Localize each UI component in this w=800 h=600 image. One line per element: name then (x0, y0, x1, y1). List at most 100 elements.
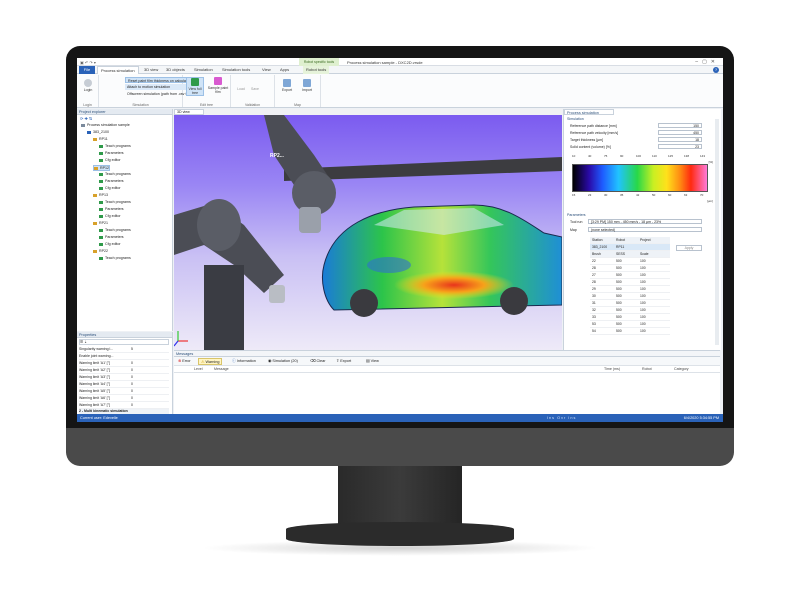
export-button[interactable]: Export (279, 79, 295, 92)
3d-scene[interactable]: RP2... (173, 115, 563, 350)
warning-filter-button[interactable]: ⚠ Warning (198, 358, 223, 365)
sim-field-input[interactable]: 150 (658, 123, 702, 128)
grid-row[interactable]: 30 500 100 (590, 293, 670, 300)
load-button[interactable]: Load (235, 87, 247, 91)
apply-button[interactable]: Apply (676, 245, 702, 251)
grid-row[interactable]: 29 500 100 (590, 286, 670, 293)
property-row[interactable]: Warning limit 'A2' [°] 0 (79, 367, 169, 374)
tree-item[interactable]: Teach programs (99, 144, 131, 148)
login-button[interactable]: Login (80, 79, 96, 92)
tab-3d-view[interactable]: 3D view (141, 66, 161, 74)
property-value[interactable]: 0 (131, 388, 133, 395)
grid-cell: 54 (592, 329, 596, 333)
user-icon (84, 79, 92, 87)
property-value[interactable]: 5 (131, 346, 133, 353)
tree-item[interactable]: RP21 (93, 221, 108, 225)
properties-toolbar[interactable]: ☰ ⇣ (79, 339, 169, 345)
tree-item[interactable]: Cfg editor (99, 186, 121, 190)
import-button[interactable]: Import (299, 79, 315, 92)
property-row[interactable]: Enable joint warning... (79, 353, 169, 360)
hotspot (394, 271, 514, 299)
tab-view[interactable]: View (259, 66, 274, 74)
property-value[interactable]: 0 (131, 367, 133, 374)
tab-3d-objects[interactable]: 3D objects (163, 66, 188, 74)
tree-item[interactable]: RP12 (93, 165, 110, 171)
tree-item[interactable]: Process simulation sample (81, 123, 130, 127)
help-icon[interactable]: ? (713, 67, 719, 73)
export-messages-button[interactable]: ⇪ Export (334, 358, 353, 365)
window-controls[interactable]: –▢✕ (695, 59, 719, 65)
property-row[interactable]: Warning limit 'A3' [°] 0 (79, 374, 169, 381)
col-robot[interactable]: Robot (642, 366, 652, 373)
sim-field-input[interactable]: 23 (658, 144, 702, 149)
tree-item[interactable]: 383_2100 (87, 130, 109, 134)
tree-item[interactable]: RP13 (93, 193, 108, 197)
clear-button[interactable]: ⌫ Clear (308, 358, 328, 365)
tree-item[interactable]: Cfg editor (99, 158, 121, 162)
property-value[interactable]: 0 (131, 402, 133, 409)
scene-drawing (173, 115, 563, 350)
property-row[interactable]: Warning limit 'A7' [°] 0 (79, 402, 169, 409)
col-message[interactable]: Message (214, 366, 229, 373)
col-category[interactable]: Category (674, 366, 689, 373)
error-filter-button[interactable]: ⊗ Error (176, 358, 193, 365)
grid-row[interactable]: 28 500 100 (590, 279, 670, 286)
tab-process-simulation[interactable]: Process simulation (97, 66, 139, 74)
grid-row[interactable]: 33 500 100 (590, 314, 670, 321)
grid-selected-row[interactable]: 383_2100 RP11 (590, 244, 670, 251)
map-select[interactable]: (none selected) (588, 227, 702, 232)
sample-paint-film-button[interactable]: Sample paint film (207, 77, 229, 94)
grid-row[interactable]: 28 500 100 (590, 265, 670, 272)
property-row[interactable]: Warning limit 'A1' [°] 0 (79, 360, 169, 367)
tab-robot-tools[interactable]: Robot tools (303, 66, 330, 74)
simulation-filter-button[interactable]: ◉ Simulation (20) (266, 358, 300, 365)
tree-item[interactable]: Teach programs (99, 256, 131, 260)
view-button[interactable]: ▤ View (364, 358, 381, 365)
property-row[interactable]: Warning limit 'A5' [°] 0 (79, 388, 169, 395)
view-full-tree-button[interactable]: View full tree (186, 77, 204, 96)
tree-item[interactable]: Teach programs (99, 200, 131, 204)
tree-item[interactable]: RP11 (93, 137, 108, 141)
col-level[interactable]: Level (194, 366, 203, 373)
tree-item[interactable]: Parameters (99, 179, 124, 183)
information-filter-button[interactable]: ⓘ Information (230, 358, 258, 365)
tree-item[interactable]: RP22 (93, 249, 108, 253)
tree-item[interactable]: Parameters (99, 151, 124, 155)
grid-row[interactable]: 27 500 100 (590, 272, 670, 279)
grid-row[interactable]: 32 500 100 (590, 307, 670, 314)
save-button[interactable]: Save (249, 87, 261, 91)
sim-field-input[interactable]: 450 (658, 130, 702, 135)
tool-run-select[interactable]: [3:29 PM] 150 mm - 450 mm/s - 18 µm - 23… (588, 219, 702, 224)
sim-field-input[interactable]: 18 (658, 137, 702, 142)
grid-row[interactable]: 22 500 100 (590, 258, 670, 265)
explorer-toolbar[interactable]: ⟳ ✚ ⇅ (80, 116, 92, 121)
tab-simulation-tools[interactable]: Simulation tools (219, 66, 253, 74)
property-value[interactable]: 0 (131, 395, 133, 402)
tree-item[interactable]: Parameters (99, 235, 124, 239)
grid-cell: 27 (592, 273, 596, 277)
property-row[interactable]: Warning limit 'A4' [°] 0 (79, 381, 169, 388)
process-simulation-tab[interactable]: Process simulation (564, 109, 614, 115)
grid-row[interactable]: 54 500 100 (590, 328, 670, 335)
tab-apps[interactable]: Apps (277, 66, 292, 74)
tab-simulation[interactable]: Simulation (191, 66, 216, 74)
property-row[interactable]: Singularity warning l... 5 (79, 346, 169, 353)
scale-tick-label: 100 (636, 154, 642, 158)
grid-row[interactable]: 31 500 100 (590, 300, 670, 307)
property-row[interactable]: Warning limit 'A6' [°] 0 (79, 395, 169, 402)
property-value[interactable]: 0 (131, 374, 133, 381)
property-value[interactable]: 0 (131, 381, 133, 388)
tab-file[interactable]: File (79, 66, 95, 74)
tree-item[interactable]: Teach programs (99, 228, 131, 232)
grid-row[interactable]: 53 500 100 (590, 321, 670, 328)
tree-item[interactable]: Teach programs (99, 172, 131, 176)
panel-scrollbar[interactable] (715, 119, 719, 345)
property-value[interactable]: 0 (131, 360, 133, 367)
tree-item[interactable]: Parameters (99, 207, 124, 211)
quick-access-toolbar[interactable]: ▣ ↶ ↷ ▾ (80, 60, 96, 65)
3d-viewport[interactable]: 3D view RP2... (173, 109, 563, 350)
col-time[interactable]: Time (ms) (604, 366, 620, 373)
tree-item[interactable]: Cfg editor (99, 242, 121, 246)
tree-item[interactable]: Cfg editor (99, 214, 121, 218)
property-label: Warning limit 'A6' [°] (79, 396, 111, 400)
